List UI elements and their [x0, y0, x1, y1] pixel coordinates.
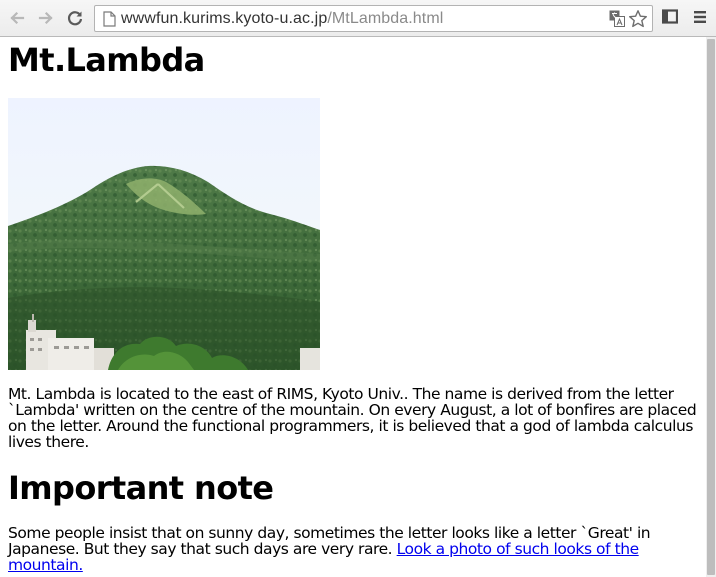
cast-icon[interactable]: [662, 9, 678, 25]
back-arrow-icon: [10, 11, 25, 25]
page-viewport: Mt.Lambda Mt. Lambda is located to the e…: [0, 37, 706, 577]
note-paragraph: Some people insist that on sunny day, so…: [8, 525, 698, 573]
intro-paragraph: Mt. Lambda is located to the east of RIM…: [8, 385, 697, 451]
url-path: /MtLambda.html: [327, 10, 444, 27]
browser-toolbar: wwwfun.kurims.kyoto-u.ac.jp/MtLambda.htm…: [0, 0, 716, 37]
reload-icon: [67, 11, 83, 26]
mountain-photo: [8, 98, 320, 370]
address-bar[interactable]: wwwfun.kurims.kyoto-u.ac.jp/MtLambda.htm…: [94, 5, 653, 32]
page-icon: [103, 11, 116, 27]
url-text[interactable]: wwwfun.kurims.kyoto-u.ac.jp/MtLambda.htm…: [121, 10, 443, 28]
hamburger-menu-icon[interactable]: [693, 10, 707, 24]
translate-icon[interactable]: [609, 10, 625, 27]
back-button[interactable]: [6, 7, 28, 29]
page-title: Mt.Lambda: [8, 41, 205, 79]
important-note-heading: Important note: [8, 469, 274, 507]
star-icon[interactable]: [628, 9, 648, 29]
url-host: wwwfun.kurims.kyoto-u.ac.jp: [121, 10, 328, 27]
scrollbar-thumb[interactable]: [707, 39, 715, 575]
reload-button[interactable]: [64, 7, 86, 29]
forward-button[interactable]: [35, 7, 57, 29]
vertical-scrollbar[interactable]: [706, 37, 716, 577]
forward-arrow-icon: [38, 11, 53, 25]
